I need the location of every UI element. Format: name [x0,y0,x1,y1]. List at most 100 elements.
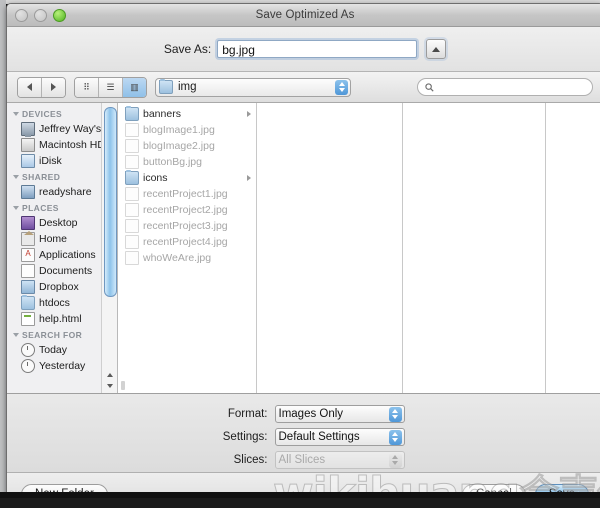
save-as-input[interactable]: bg.jpg [217,40,418,58]
chevron-down-icon [13,206,19,210]
file-icon [125,155,139,169]
file-icon [125,251,139,265]
search-icon [425,82,434,92]
updown-arrows-icon [388,452,402,468]
column-view-icon: ▥ [130,81,139,92]
column-resize-handle[interactable] [121,381,125,390]
list-item[interactable]: blogImage2.jpg [118,138,256,154]
file-list-column[interactable]: banners blogImage1.jpg blogImage2.jpg bu… [118,103,257,393]
save-as-label: Save As: [163,42,212,56]
list-item[interactable]: buttonBg.jpg [118,154,256,170]
folder-icon [159,79,173,94]
dialog-footer: New Folder Cancel Save wikihuang会声传 [7,471,600,493]
sidebar: DEVICES Jeffrey Way's iMac Macintosh HD … [7,103,118,393]
sidebar-scrollbar-thumb[interactable] [104,107,117,297]
back-button[interactable] [18,77,42,97]
list-view-button[interactable]: ☰ [99,77,123,97]
chevron-right-icon [247,111,251,117]
close-button[interactable] [15,9,28,22]
file-name: recentProject4.jpg [143,236,228,248]
file-name: banners [143,108,181,120]
chevron-down-icon [13,112,19,116]
save-dialog-window: Save Optimized As Save As: bg.jpg ⠿ ☰ ▥ … [6,3,600,494]
icon-view-button[interactable]: ⠿ [75,77,99,97]
sidebar-section-label: PLACES [22,203,59,213]
list-item[interactable]: whoWeAre.jpg [118,250,256,266]
file-name: recentProject2.jpg [143,204,228,216]
icon-view-icon: ⠿ [83,81,90,92]
file-name: recentProject1.jpg [143,188,228,200]
list-item[interactable]: recentProject2.jpg [118,202,256,218]
sidebar-section-label: SHARED [22,172,61,182]
imac-icon [21,122,35,137]
chevron-down-icon [13,175,19,179]
settings-select[interactable]: Default Settings [274,427,405,446]
folder-icon [125,106,139,121]
path-popup-label: img [178,81,197,93]
sidebar-scroll-arrows[interactable] [104,369,115,391]
titlebar: Save Optimized As [7,4,600,27]
file-browser: DEVICES Jeffrey Way's iMac Macintosh HD … [7,103,600,394]
list-item[interactable]: blogImage1.jpg [118,122,256,138]
sidebar-item-label: Macintosh HD [39,139,105,151]
chevron-right-icon [247,175,251,181]
save-as-row: Save As: bg.jpg [7,27,600,91]
format-select[interactable]: Images Only [274,404,405,423]
view-mode-buttons: ⠿ ☰ ▥ [74,76,147,98]
triangle-down-icon [106,383,113,388]
preview-column-1[interactable] [257,103,403,393]
html-file-icon [21,312,35,326]
applications-icon: A [21,248,35,262]
sidebar-item-label: Home [39,233,68,245]
sidebar-item-label: Desktop [39,217,78,229]
export-options-panel: Format: Images Only Settings: Default Se… [7,394,600,473]
screenshot-root: Save Optimized As Save As: bg.jpg ⠿ ☰ ▥ … [0,0,600,508]
file-icon [125,187,139,201]
expand-browser-button[interactable] [426,39,447,59]
sidebar-item-label: htdocs [39,297,70,309]
slices-row: Slices: All Slices [7,448,600,471]
column-view-button[interactable]: ▥ [123,77,146,97]
chevron-left-icon [27,83,32,91]
preview-column-2[interactable] [403,103,546,393]
folder-icon [125,170,139,185]
file-icon [125,219,139,233]
chevron-right-icon [51,83,56,91]
settings-value: Default Settings [278,430,360,443]
minimize-button[interactable] [34,9,47,22]
file-name: blogImage1.jpg [143,124,215,136]
sidebar-item-label: help.html [39,313,82,325]
preview-column-3[interactable] [546,103,600,393]
list-item[interactable]: icons [118,170,256,186]
sidebar-item-label: Dropbox [39,281,79,293]
home-icon [21,231,35,246]
scroll-down-button[interactable] [104,380,115,391]
file-name: icons [143,172,168,184]
clock-icon [21,359,35,373]
updown-arrows-icon [388,406,402,422]
desktop-backdrop-bottom-2 [0,498,600,508]
forward-button[interactable] [42,77,65,97]
sidebar-item-label: Applications [39,249,96,261]
format-label: Format: [227,407,268,420]
zoom-button[interactable] [53,9,66,22]
path-popup-button[interactable]: img [155,77,351,97]
list-view-icon: ☰ [106,81,115,92]
sidebar-scrollbar[interactable] [101,103,117,393]
list-item[interactable]: recentProject1.jpg [118,186,256,202]
list-item[interactable]: banners [118,106,256,122]
list-item[interactable]: recentProject4.jpg [118,234,256,250]
sidebar-item-label: Today [39,344,68,356]
updown-arrows-icon [388,429,402,445]
scroll-up-button[interactable] [104,369,115,380]
shared-computer-icon [21,185,35,199]
search-input[interactable] [417,78,593,96]
list-item[interactable]: recentProject3.jpg [118,218,256,234]
documents-icon [21,264,35,278]
triangle-up-icon [432,46,441,52]
navigation-buttons [17,76,66,98]
settings-row: Settings: Default Settings [7,425,600,448]
sidebar-item-label: Yesterday [39,360,86,372]
clock-icon [21,343,35,357]
dropbox-icon [21,280,35,294]
